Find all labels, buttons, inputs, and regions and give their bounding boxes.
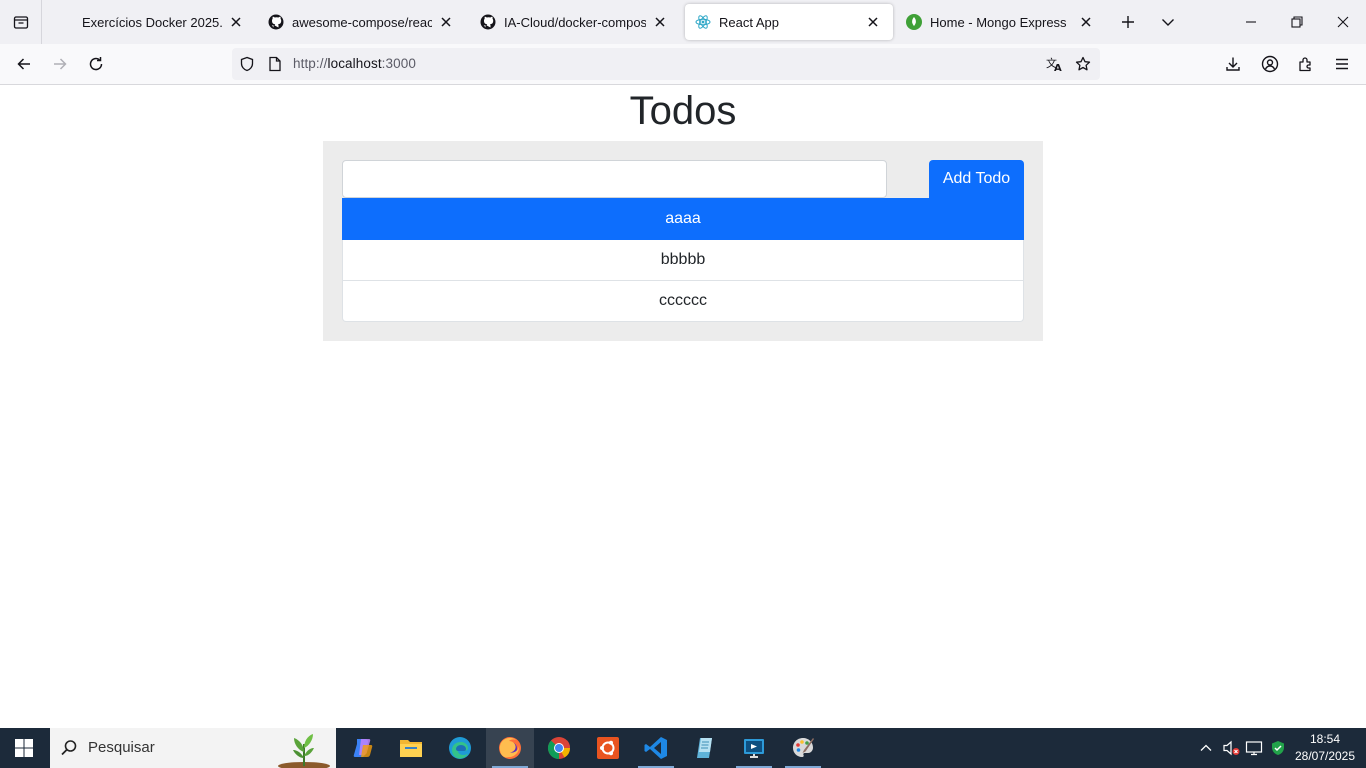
close-window-button[interactable] xyxy=(1320,0,1366,44)
puzzle-icon xyxy=(1299,57,1311,72)
url-host: localhost xyxy=(327,56,382,71)
restore-button[interactable] xyxy=(1274,0,1320,44)
search-icon xyxy=(61,740,77,756)
taskbar-clock[interactable]: 18:54 28/07/2025 xyxy=(1290,731,1360,765)
url-scheme: http:// xyxy=(293,56,328,71)
notepad-icon[interactable] xyxy=(681,728,729,768)
svg-text:A: A xyxy=(1054,63,1062,72)
plant-decoration-icon xyxy=(278,734,330,768)
tab-title: React App xyxy=(719,14,779,30)
file-explorer-icon[interactable] xyxy=(387,728,435,768)
minimize-button[interactable] xyxy=(1228,0,1274,44)
remote-desktop-icon[interactable] xyxy=(730,728,778,768)
todo-item[interactable]: bbbbb xyxy=(342,240,1024,281)
windows-taskbar: Pesquisar 18:54 28/07/2025 xyxy=(0,728,1366,768)
close-icon[interactable] xyxy=(863,12,883,32)
windows-logo-icon xyxy=(15,739,33,757)
downloads-button[interactable] xyxy=(1217,48,1249,80)
github-icon xyxy=(480,14,496,30)
start-button[interactable] xyxy=(0,728,48,768)
tab-ia-cloud[interactable]: IA-Cloud/docker-compose/d xyxy=(470,4,680,40)
tab-title: awesome-compose/react-exp xyxy=(292,14,432,30)
tab-strip: Exercícios Docker 2025.pdf awesome-compo… xyxy=(0,0,1366,44)
bookmark-star-icon[interactable] xyxy=(1070,48,1096,80)
todo-panel: Add Todo aaaa bbbbb cccccc xyxy=(323,141,1043,341)
close-icon[interactable] xyxy=(650,12,670,32)
chrome-icon[interactable] xyxy=(535,728,583,768)
vscode-icon[interactable] xyxy=(632,728,680,768)
firefox-view-icon xyxy=(13,16,28,29)
add-todo-button[interactable]: Add Todo xyxy=(929,160,1024,198)
edge-icon[interactable] xyxy=(436,728,484,768)
back-button[interactable] xyxy=(8,48,40,80)
new-todo-input[interactable] xyxy=(342,160,887,198)
tracking-protection-shield-icon[interactable] xyxy=(234,48,260,80)
reload-icon xyxy=(89,57,103,71)
url-bar[interactable]: http://localhost:3000 文A xyxy=(232,48,1100,80)
firefox-view-button[interactable] xyxy=(0,0,42,44)
todo-item[interactable]: aaaa xyxy=(342,198,1024,240)
hamburger-menu-icon xyxy=(1336,58,1348,70)
tab-react-app[interactable]: React App xyxy=(685,4,893,40)
account-button[interactable] xyxy=(1254,48,1286,80)
tab-title: Home - Mongo Express xyxy=(930,14,1067,30)
plus-icon xyxy=(1122,16,1134,28)
clock-time: 18:54 xyxy=(1309,732,1341,746)
page-content: Todos Add Todo aaaa bbbbb cccccc xyxy=(0,86,1366,728)
chevron-up-icon[interactable] xyxy=(1194,728,1218,768)
tab-mongo-express[interactable]: Home - Mongo Express xyxy=(896,4,1106,40)
translate-icon[interactable]: 文A xyxy=(1042,48,1068,80)
page-info-icon[interactable] xyxy=(262,48,288,80)
todo-list: aaaa bbbbb cccccc xyxy=(342,198,1024,322)
github-icon xyxy=(268,14,284,30)
search-placeholder: Pesquisar xyxy=(88,739,155,756)
taskbar-search-box[interactable]: Pesquisar xyxy=(50,728,336,768)
clock-date: 28/07/2025 xyxy=(1294,749,1356,763)
todo-item[interactable]: cccccc xyxy=(342,281,1024,322)
arrow-right-icon xyxy=(54,58,67,70)
download-icon xyxy=(1226,57,1240,71)
react-icon xyxy=(695,14,711,30)
minimize-icon xyxy=(1246,21,1256,23)
app-menu-button[interactable] xyxy=(1326,48,1358,80)
list-all-tabs-button[interactable] xyxy=(1152,6,1184,38)
firefox-icon[interactable] xyxy=(486,728,534,768)
restore-icon xyxy=(1291,16,1303,28)
url-text[interactable]: http://localhost:3000 xyxy=(293,56,416,71)
paint-icon[interactable] xyxy=(779,728,827,768)
new-tab-button[interactable] xyxy=(1112,6,1144,38)
ubuntu-icon[interactable] xyxy=(584,728,632,768)
page-title: Todos xyxy=(629,89,737,133)
tab-pdf[interactable]: Exercícios Docker 2025.pdf xyxy=(48,4,256,40)
tab-awesome-compose[interactable]: awesome-compose/react-exp xyxy=(258,4,466,40)
chevron-down-icon xyxy=(1162,19,1174,26)
close-icon[interactable] xyxy=(436,12,456,32)
account-icon xyxy=(1261,55,1279,73)
close-icon xyxy=(1337,16,1349,28)
tab-title: Exercícios Docker 2025.pdf xyxy=(82,14,222,30)
copilot-icon[interactable] xyxy=(339,728,387,768)
pdf-icon xyxy=(58,14,74,30)
mongodb-leaf-icon xyxy=(906,14,922,30)
volume-muted-icon[interactable] xyxy=(1219,728,1243,768)
extensions-button[interactable] xyxy=(1290,48,1322,80)
network-icon[interactable] xyxy=(1242,728,1266,768)
close-icon[interactable] xyxy=(1076,12,1096,32)
reload-button[interactable] xyxy=(80,48,112,80)
url-port: :3000 xyxy=(381,56,416,71)
forward-button[interactable] xyxy=(44,48,76,80)
close-icon[interactable] xyxy=(226,12,246,32)
navigation-toolbar: http://localhost:3000 文A xyxy=(0,44,1366,85)
tab-title: IA-Cloud/docker-compose/d xyxy=(504,14,646,30)
security-shield-icon[interactable] xyxy=(1266,728,1290,768)
arrow-left-icon xyxy=(17,58,30,70)
